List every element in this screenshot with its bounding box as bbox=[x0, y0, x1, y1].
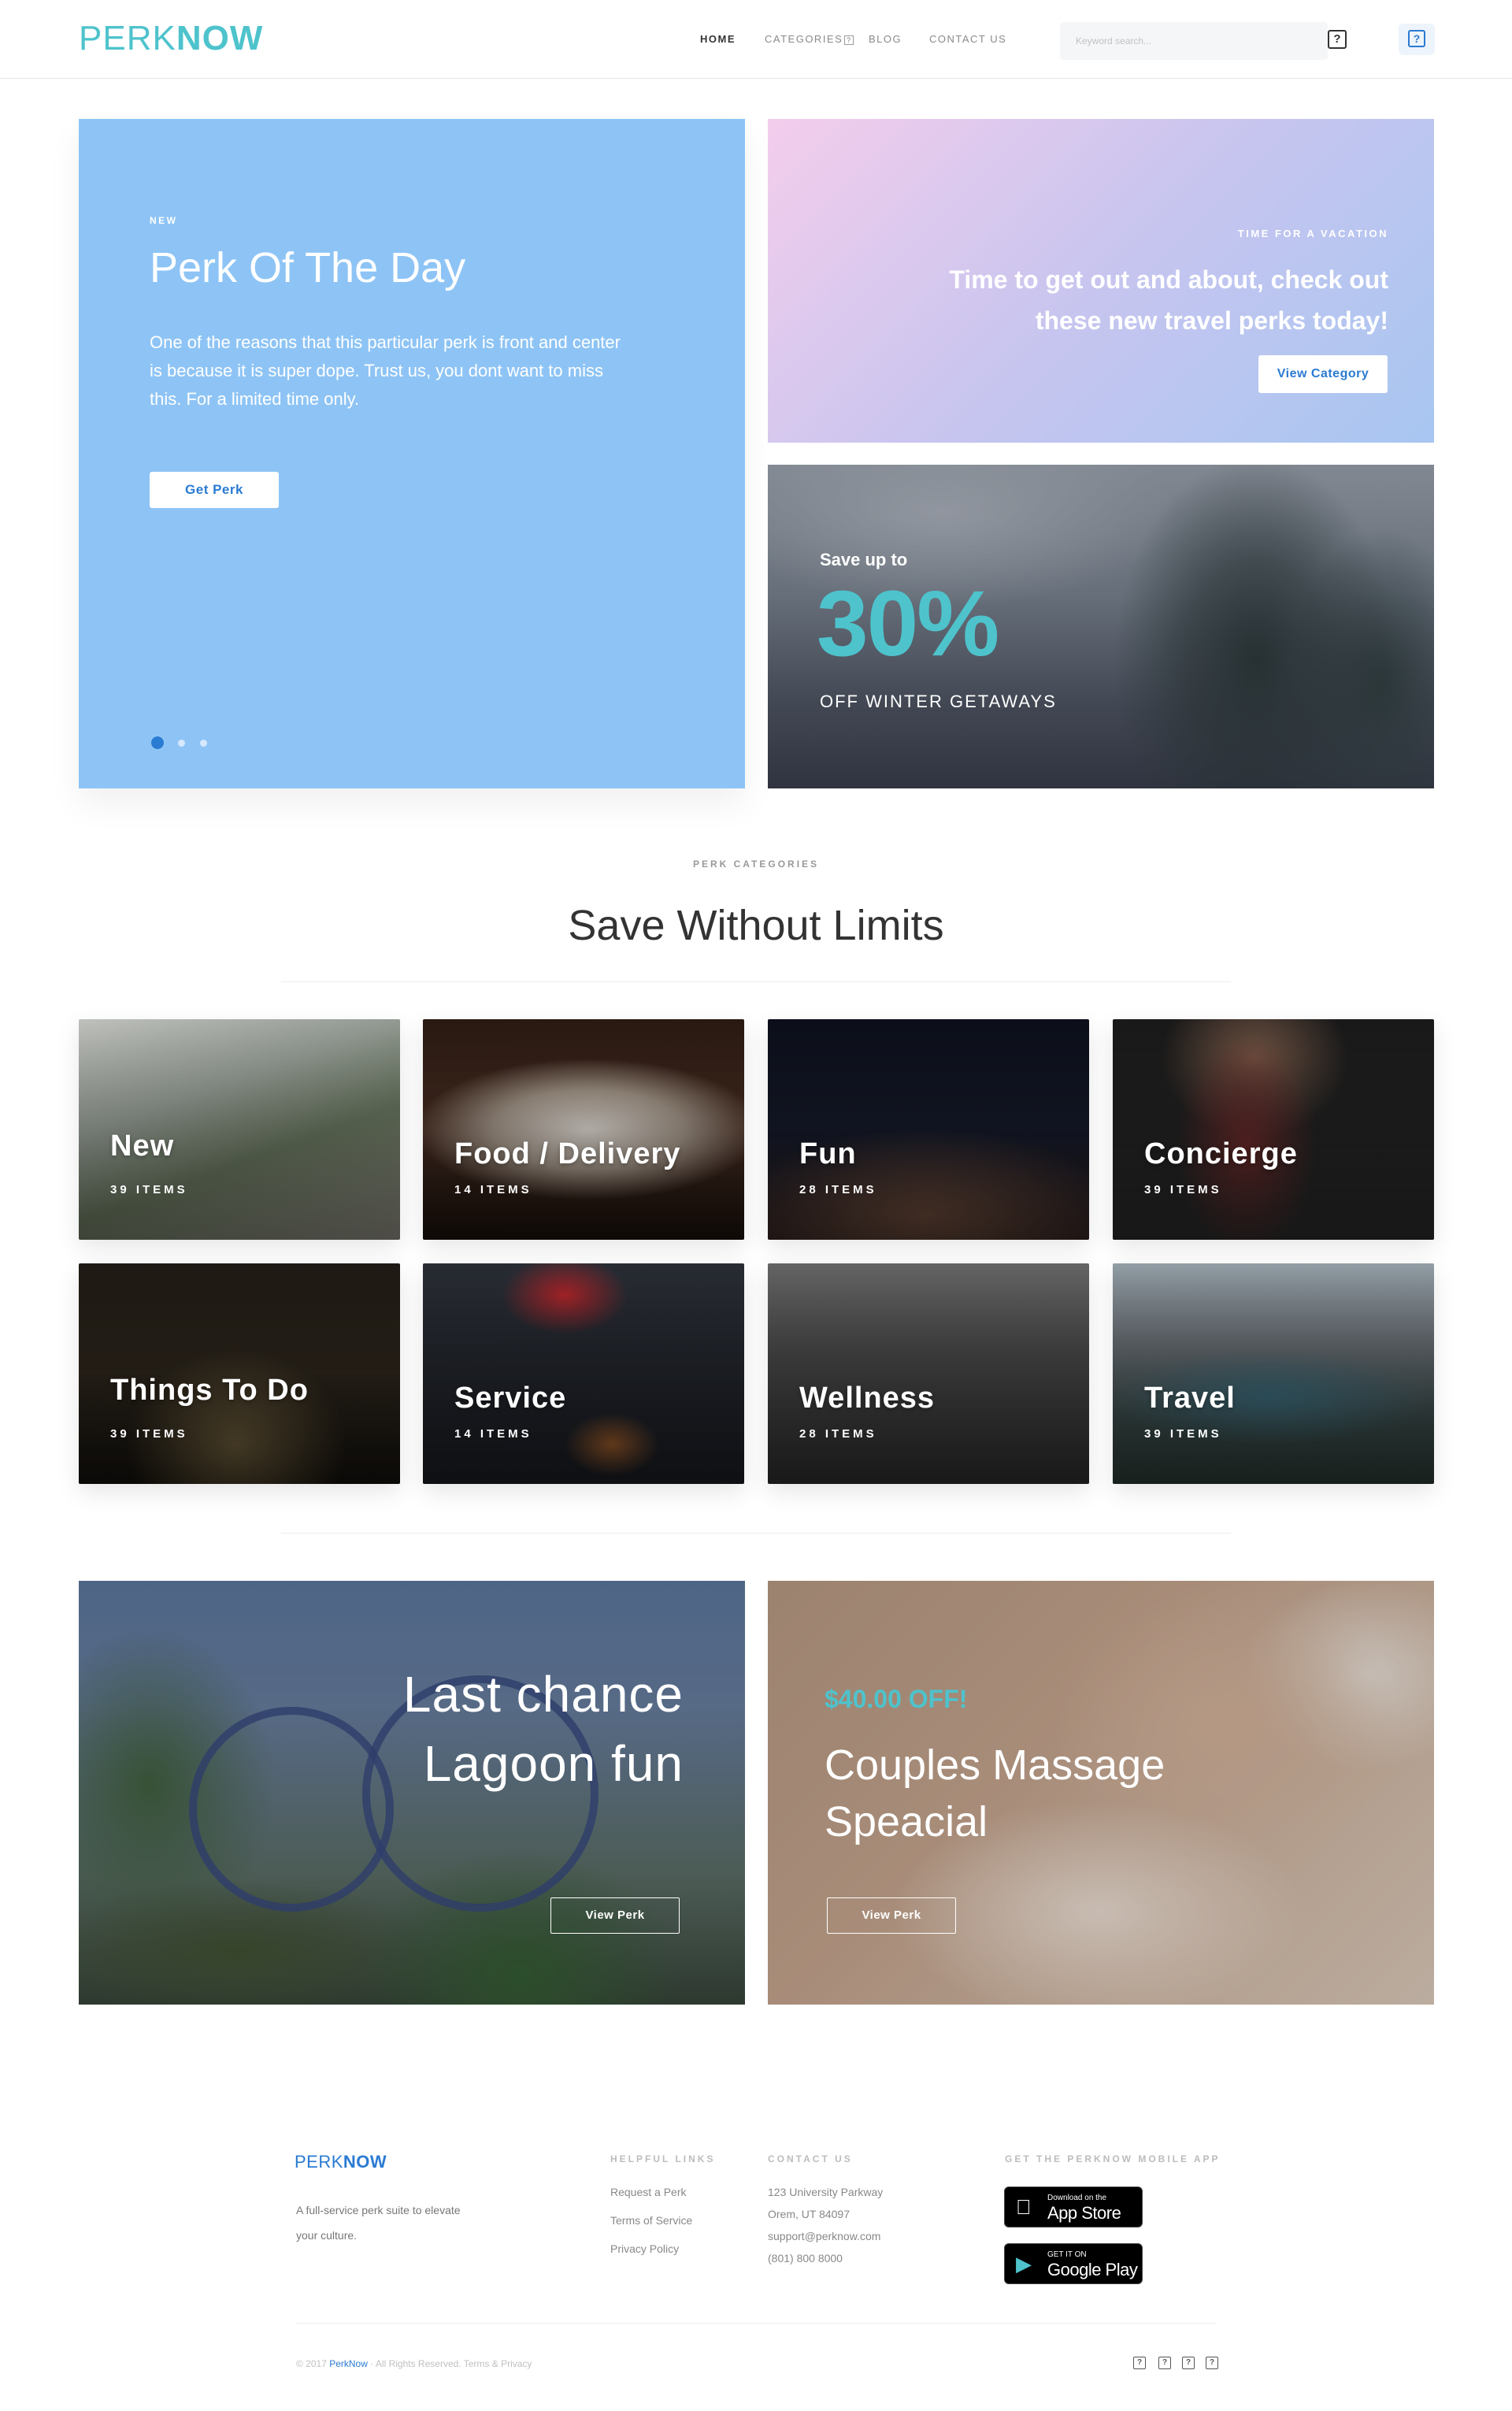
massage-discount: $40.00 OFF! bbox=[825, 1685, 968, 1713]
carousel-dot[interactable] bbox=[200, 740, 207, 747]
perk-of-the-day-card: NEW Perk Of The Day One of the reasons t… bbox=[79, 119, 745, 788]
nav-categories[interactable]: CATEGORIES? bbox=[765, 33, 854, 45]
site-header: PERKNOW HOME CATEGORIES? BLOG CONTACT US… bbox=[0, 0, 1512, 79]
view-perk-button[interactable]: View Perk bbox=[827, 1897, 956, 1934]
contact-address-2: Orem, UT 84097 bbox=[768, 2208, 850, 2220]
social-icon[interactable]: ? bbox=[1158, 2357, 1171, 2369]
carousel-dot[interactable] bbox=[178, 740, 185, 747]
helpful-links-heading: HELPFUL LINKS bbox=[610, 2153, 716, 2164]
nav-home[interactable]: HOME bbox=[700, 33, 736, 45]
massage-promo-card: $40.00 OFF! Couples Massage Speacial Vie… bbox=[768, 1581, 1434, 2005]
lagoon-promo-card: Last chance Lagoon fun View Perk bbox=[79, 1581, 745, 2005]
category-card-new[interactable]: New 39 ITEMS bbox=[79, 1019, 400, 1240]
google-play-icon: ▶ bbox=[1016, 2252, 1032, 2276]
footer-logo[interactable]: PERKNOW bbox=[295, 2152, 387, 2172]
vacation-headline: Time to get out and about, check out the… bbox=[949, 265, 1388, 335]
mobile-app-heading: GET THE PERKNOW MOBILE APP bbox=[1005, 2153, 1221, 2164]
search-icon[interactable]: ? bbox=[1328, 30, 1347, 49]
category-card-wellness[interactable]: Wellness 28 ITEMS bbox=[768, 1263, 1089, 1484]
nav-contact-us[interactable]: CONTACT US bbox=[929, 33, 1006, 45]
category-count: 28 ITEMS bbox=[799, 1427, 877, 1441]
app-store-badge[interactable]:  Download on the App Store bbox=[1004, 2187, 1143, 2227]
divider bbox=[281, 981, 1231, 982]
hero-title: Perk Of The Day bbox=[150, 244, 466, 291]
search-input[interactable] bbox=[1060, 22, 1328, 60]
category-name: Service bbox=[454, 1382, 567, 1415]
categories-title: Save Without Limits bbox=[568, 902, 944, 949]
nav-blog[interactable]: BLOG bbox=[869, 33, 902, 45]
category-count: 14 ITEMS bbox=[454, 1427, 532, 1441]
hero-body: One of the reasons that this particular … bbox=[150, 332, 621, 409]
winter-discount: 30% bbox=[817, 572, 999, 676]
category-card-concierge[interactable]: Concierge 39 ITEMS bbox=[1113, 1019, 1434, 1240]
divider bbox=[281, 1533, 1231, 1534]
category-count: 39 ITEMS bbox=[1144, 1427, 1222, 1441]
help-button[interactable]: ? bbox=[1399, 24, 1435, 55]
copyright: © 2017 PerkNow · All Rights Reserved. Te… bbox=[296, 2358, 532, 2369]
carousel-dot-active[interactable] bbox=[151, 736, 164, 749]
category-name: Things To Do bbox=[110, 1374, 309, 1407]
category-card-things-to-do[interactable]: Things To Do 39 ITEMS bbox=[79, 1263, 400, 1484]
category-count: 39 ITEMS bbox=[1144, 1183, 1222, 1196]
vacation-card: TIME FOR A VACATION Time to get out and … bbox=[768, 119, 1434, 443]
category-card-service[interactable]: Service 14 ITEMS bbox=[423, 1263, 744, 1484]
footer-link-privacy[interactable]: Privacy Policy bbox=[610, 2242, 679, 2255]
lagoon-headline: Last chance Lagoon fun bbox=[402, 1666, 684, 1792]
winter-pre-text: Save up to bbox=[820, 550, 908, 569]
category-name: Fun bbox=[799, 1137, 857, 1170]
help-icon: ? bbox=[1408, 30, 1425, 47]
contact-heading: CONTACT US bbox=[768, 2153, 853, 2164]
site-logo[interactable]: PERKNOW bbox=[79, 19, 263, 58]
view-category-button[interactable]: View Category bbox=[1258, 355, 1388, 393]
category-name: New bbox=[110, 1129, 175, 1163]
vacation-eyebrow: TIME FOR A VACATION bbox=[1237, 228, 1388, 239]
apple-icon:  bbox=[1016, 2195, 1032, 2219]
category-count: 39 ITEMS bbox=[110, 1427, 188, 1441]
categories-eyebrow: PERK CATEGORIES bbox=[692, 859, 820, 870]
hero-eyebrow: NEW bbox=[150, 215, 178, 226]
social-icon[interactable]: ? bbox=[1182, 2357, 1195, 2369]
contact-email[interactable]: support@perknow.com bbox=[768, 2230, 880, 2242]
footer-link-request-perk[interactable]: Request a Perk bbox=[610, 2186, 687, 2198]
view-perk-button[interactable]: View Perk bbox=[550, 1897, 680, 1934]
footer-tagline: A full-service perk suite to elevate you… bbox=[296, 2204, 461, 2242]
winter-subtitle: OFF WINTER GETAWAYS bbox=[820, 692, 1057, 711]
contact-address-1: 123 University Parkway bbox=[768, 2186, 884, 2198]
category-card-fun[interactable]: Fun 28 ITEMS bbox=[768, 1019, 1089, 1240]
category-name: Concierge bbox=[1144, 1137, 1298, 1170]
category-count: 28 ITEMS bbox=[799, 1183, 877, 1196]
google-play-badge[interactable]: ▶ GET IT ON Google Play bbox=[1004, 2243, 1143, 2284]
category-card-travel[interactable]: Travel 39 ITEMS bbox=[1113, 1263, 1434, 1484]
get-perk-button[interactable]: Get Perk bbox=[150, 472, 279, 508]
category-name: Food / Delivery bbox=[454, 1137, 681, 1170]
contact-phone: (801) 800 8000 bbox=[768, 2252, 843, 2264]
winter-getaways-card[interactable]: Save up to 30% OFF WINTER GETAWAYS bbox=[768, 465, 1434, 788]
category-count: 39 ITEMS bbox=[110, 1183, 188, 1196]
massage-title: Couples Massage Speacial bbox=[825, 1741, 1166, 1845]
social-icon[interactable]: ? bbox=[1206, 2357, 1218, 2369]
category-count: 14 ITEMS bbox=[454, 1183, 532, 1196]
footer-link-terms[interactable]: Terms of Service bbox=[610, 2214, 692, 2227]
footer-divider bbox=[296, 2323, 1216, 2324]
category-card-food-delivery[interactable]: Food / Delivery 14 ITEMS bbox=[423, 1019, 744, 1240]
social-icon[interactable]: ? bbox=[1133, 2357, 1146, 2369]
chevron-down-icon: ? bbox=[844, 35, 854, 45]
category-name: Travel bbox=[1144, 1382, 1236, 1415]
category-name: Wellness bbox=[799, 1382, 936, 1415]
